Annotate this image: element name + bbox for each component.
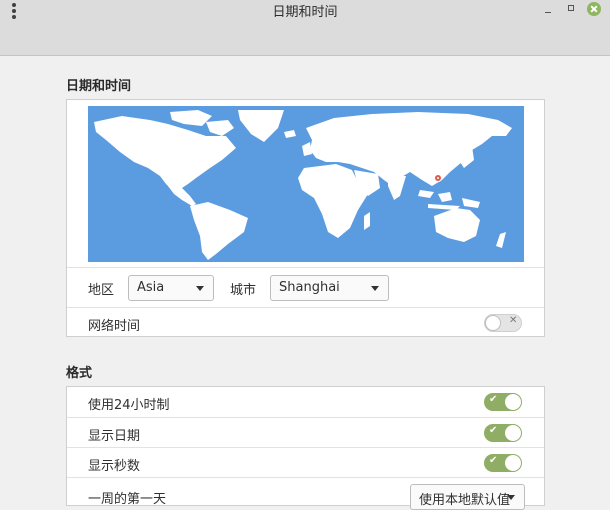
network-time-row: 网络时间 ✕ [67,307,544,337]
world-map-graphic [94,110,512,260]
show-seconds-label: 显示秒数 [88,459,141,474]
show-date-label: 显示日期 [88,429,141,444]
first-day-dropdown[interactable]: 使用本地默认值 [410,484,525,510]
format-section-heading: 格式 [66,366,93,381]
toggle-knob [505,455,521,471]
format-card: 使用24小时制 ✔ 显示日期 ✔ 显示秒数 ✔ 一周的第一天 使用本地默认值 [66,386,545,510]
location-pin-icon [434,174,442,182]
network-time-label: 网络时间 [88,319,141,334]
datetime-section-heading: 日期和时间 [66,79,132,94]
city-label: 城市 [230,283,257,298]
format-row-first-day: 一周的第一天 使用本地默认值 [67,477,544,510]
toggle-knob [505,425,521,441]
chevron-down-icon [507,495,515,500]
show-seconds-toggle[interactable]: ✔ [484,454,522,472]
region-value: Asia [137,280,165,295]
datetime-card: 地区 Asia 城市 Shanghai 网络时间 ✕ [66,99,545,337]
toggle-knob [485,315,501,331]
check-icon: ✔ [489,425,498,436]
format-row-24h: 使用24小时制 ✔ [67,387,544,417]
chevron-down-icon [371,286,379,291]
title-bar: 日期和时间 [0,0,610,56]
use-24h-toggle[interactable]: ✔ [484,393,522,411]
toggle-knob [505,394,521,410]
city-dropdown[interactable]: Shanghai [270,275,389,301]
maximize-icon[interactable] [564,2,578,16]
off-x-icon: ✕ [509,315,518,326]
chevron-down-icon [196,286,204,291]
format-row-date: 显示日期 ✔ [67,417,544,447]
world-map[interactable] [88,106,524,262]
check-icon: ✔ [489,455,498,466]
check-icon: ✔ [489,394,498,405]
close-icon[interactable] [587,2,601,16]
network-time-toggle[interactable]: ✕ [484,314,522,332]
city-value: Shanghai [279,280,340,295]
window-title: 日期和时间 [272,5,338,20]
region-dropdown[interactable]: Asia [128,275,214,301]
use-24h-label: 使用24小时制 [88,398,170,413]
format-row-seconds: 显示秒数 ✔ [67,447,544,477]
location-row: 地区 Asia 城市 Shanghai [67,267,544,307]
minimize-icon[interactable] [541,2,555,16]
region-label: 地区 [88,283,115,298]
first-day-value: 使用本地默认值 [419,493,511,508]
first-day-label: 一周的第一天 [88,492,167,507]
show-date-toggle[interactable]: ✔ [484,424,522,442]
